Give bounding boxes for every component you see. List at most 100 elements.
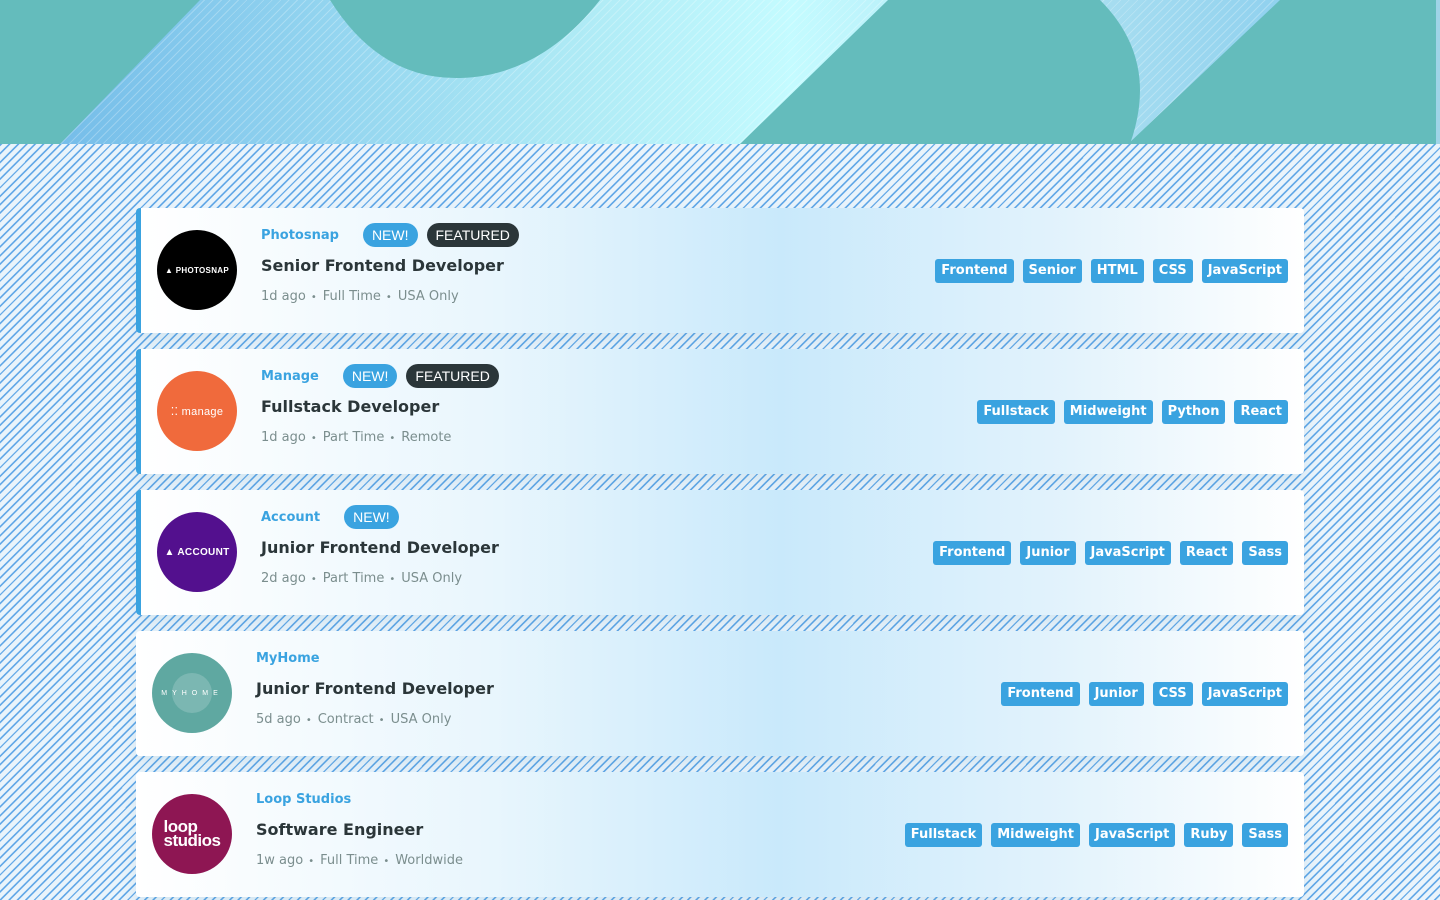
location: Worldwide <box>395 853 463 868</box>
company-name: Photosnap <box>261 227 339 243</box>
logo-text: loop studios <box>163 817 221 850</box>
location: USA Only <box>401 571 463 586</box>
job-tags: Frontend Junior JavaScript React Sass <box>933 540 1288 565</box>
job-meta: 2d ago • Part Time • USA Only <box>261 571 499 586</box>
tag-filter[interactable]: JavaScript <box>1084 540 1171 565</box>
job-tags: Fullstack Midweight JavaScript Ruby Sass <box>904 822 1288 847</box>
contract-type: Part Time <box>322 430 385 445</box>
tag-filter[interactable]: Midweight <box>991 822 1081 847</box>
job-position[interactable]: Fullstack Developer <box>261 397 508 416</box>
contract-type: Full Time <box>320 853 379 868</box>
new-badge: NEW! <box>362 223 418 247</box>
job-meta: 1d ago • Part Time • Remote <box>261 430 508 445</box>
featured-badge: FEATURED <box>426 223 519 247</box>
contract-type: Part Time <box>322 571 385 586</box>
tag-filter[interactable]: Junior <box>1020 540 1076 565</box>
job-info: Account NEW! Junior Frontend Developer 2… <box>261 504 499 586</box>
logo-text: MYHOME <box>161 689 223 697</box>
tag-filter[interactable]: Ruby <box>1184 822 1234 847</box>
tag-filter[interactable]: Sass <box>1242 540 1288 565</box>
tag-filter[interactable]: Junior <box>1088 681 1144 706</box>
company-name: Manage <box>261 368 319 384</box>
job-header-line: Loop Studios <box>256 786 463 812</box>
tag-filter[interactable]: Fullstack <box>904 822 983 847</box>
job-info: Photosnap NEW! FEATURED Senior Frontend … <box>261 222 528 304</box>
tag-filter[interactable]: Frontend <box>1001 681 1080 706</box>
logo-text: ▲ PHOTOSNAP <box>165 265 229 275</box>
job-info: Loop Studios Software Engineer 1w ago • F… <box>256 786 463 869</box>
tag-filter[interactable]: React <box>1234 399 1288 424</box>
header-banner <box>0 0 1440 144</box>
job-info: MyHome Junior Frontend Developer 5d ago •… <box>256 645 494 728</box>
job-position[interactable]: Junior Frontend Developer <box>261 538 499 557</box>
scrollbar[interactable] <box>1436 0 1440 144</box>
job-info: Manage NEW! FEATURED Fullstack Developer… <box>261 363 508 445</box>
job-meta: 1w ago • Full Time • Worldwide <box>256 853 463 868</box>
job-list: ▲ PHOTOSNAP Photosnap NEW! FEATURED Seni… <box>136 208 1304 900</box>
company-logo-manage: ⁚⁚ manage <box>157 371 237 451</box>
job-position[interactable]: Software Engineer <box>256 820 463 839</box>
company-logo-photosnap: ▲ PHOTOSNAP <box>157 230 237 310</box>
new-badge: NEW! <box>344 505 399 529</box>
tag-filter[interactable]: React <box>1179 540 1234 565</box>
posted-at: 2d ago <box>261 571 306 586</box>
tag-filter[interactable]: Midweight <box>1063 399 1153 424</box>
tag-filter[interactable]: Sass <box>1242 822 1288 847</box>
logo-text: ⁚⁚ manage <box>170 405 224 418</box>
tag-filter[interactable]: CSS <box>1152 258 1193 283</box>
tag-filter[interactable]: JavaScript <box>1089 822 1176 847</box>
job-meta: 5d ago • Contract • USA Only <box>256 712 494 727</box>
header-shapes <box>0 0 1440 144</box>
separator-dot: • <box>310 433 317 444</box>
job-tags: Frontend Junior CSS JavaScript <box>1001 681 1288 706</box>
separator-dot: • <box>308 856 315 867</box>
job-header-line: Account NEW! <box>261 504 499 530</box>
tag-filter[interactable]: CSS <box>1152 681 1193 706</box>
tag-filter[interactable]: Frontend <box>935 258 1014 283</box>
job-card-loop-studios[interactable]: loop studios Loop Studios Software Engine… <box>136 772 1304 897</box>
separator-dot: • <box>310 292 317 303</box>
job-card-account[interactable]: ▲ ACCOUNT Account NEW! Junior Frontend D… <box>136 490 1304 615</box>
separator-dot: • <box>383 856 390 867</box>
separator-dot: • <box>378 715 385 726</box>
contract-type: Contract <box>317 712 374 727</box>
tag-filter[interactable]: Fullstack <box>977 399 1055 424</box>
job-header-line: Photosnap NEW! FEATURED <box>261 222 528 248</box>
company-logo-account: ▲ ACCOUNT <box>157 512 237 592</box>
tag-filter[interactable]: Senior <box>1022 258 1082 283</box>
location: USA Only <box>397 289 459 304</box>
location: USA Only <box>390 712 452 727</box>
tag-filter[interactable]: JavaScript <box>1201 681 1288 706</box>
posted-at: 1d ago <box>261 430 306 445</box>
job-card-manage[interactable]: ⁚⁚ manage Manage NEW! FEATURED Fullstack… <box>136 349 1304 474</box>
company-name: Account <box>261 509 321 525</box>
separator-dot: • <box>305 715 312 726</box>
tag-filter[interactable]: HTML <box>1090 258 1144 283</box>
company-logo-myhome: MYHOME <box>152 653 232 733</box>
job-position[interactable]: Junior Frontend Developer <box>256 679 494 698</box>
company-logo-loop-studios: loop studios <box>152 794 232 874</box>
separator-dot: • <box>389 574 396 585</box>
tag-filter[interactable]: JavaScript <box>1201 258 1288 283</box>
new-badge: NEW! <box>342 364 398 388</box>
featured-badge: FEATURED <box>406 364 499 388</box>
logo-text: ▲ ACCOUNT <box>164 546 230 558</box>
job-position[interactable]: Senior Frontend Developer <box>261 256 528 275</box>
job-tags: Fullstack Midweight Python React <box>977 399 1288 424</box>
job-card-myhome[interactable]: MYHOME MyHome Junior Frontend Developer … <box>136 631 1304 756</box>
separator-dot: • <box>385 292 392 303</box>
tag-filter[interactable]: Python <box>1161 399 1226 424</box>
company-name: MyHome <box>256 650 320 666</box>
job-tags: Frontend Senior HTML CSS JavaScript <box>935 258 1288 283</box>
separator-dot: • <box>389 433 396 444</box>
posted-at: 5d ago <box>256 712 301 727</box>
job-header-line: Manage NEW! FEATURED <box>261 363 508 389</box>
posted-at: 1d ago <box>261 289 306 304</box>
tag-filter[interactable]: Frontend <box>933 540 1012 565</box>
job-meta: 1d ago • Full Time • USA Only <box>261 289 528 304</box>
contract-type: Full Time <box>322 289 381 304</box>
separator-dot: • <box>310 574 317 585</box>
job-header-line: MyHome <box>256 645 494 671</box>
job-card-photosnap[interactable]: ▲ PHOTOSNAP Photosnap NEW! FEATURED Seni… <box>136 208 1304 333</box>
location: Remote <box>401 430 452 445</box>
